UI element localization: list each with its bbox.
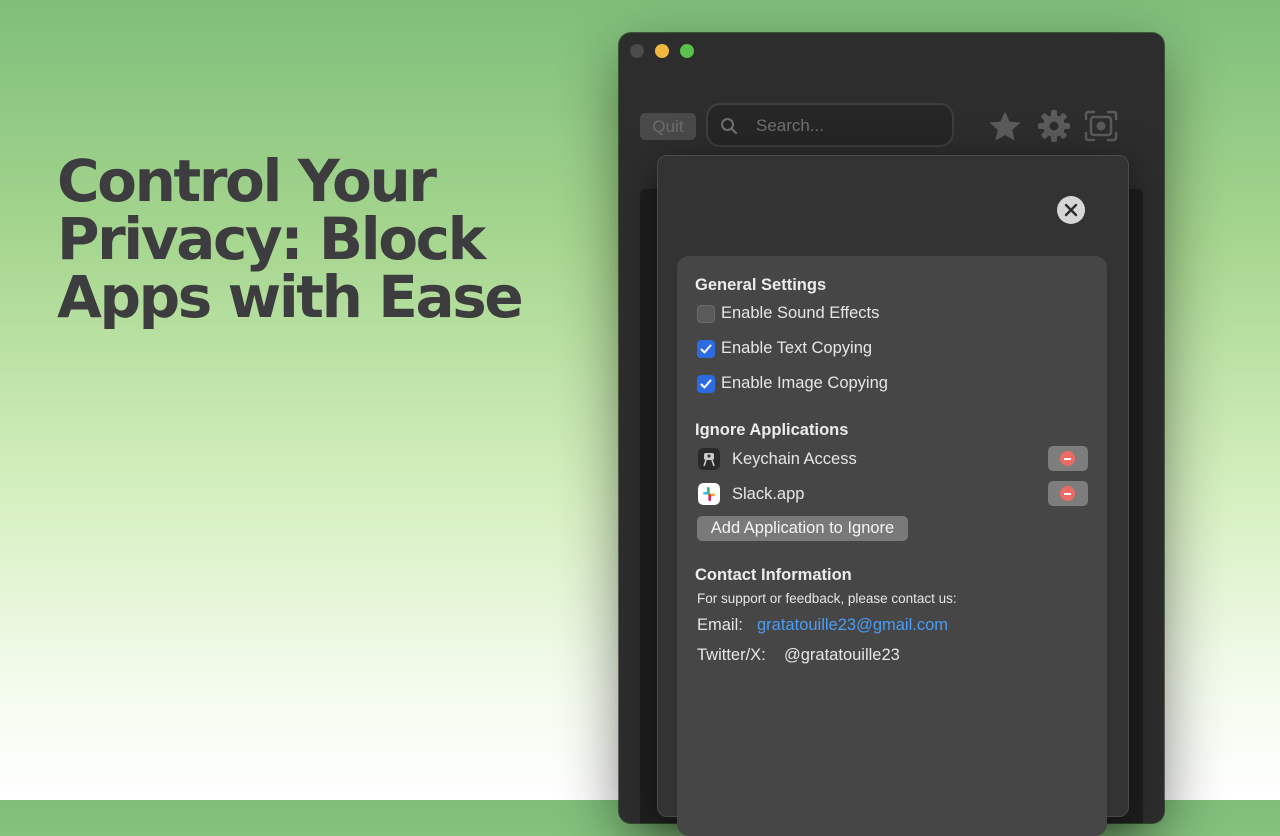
search-field[interactable] bbox=[706, 103, 954, 147]
remove-app-button[interactable] bbox=[1048, 446, 1088, 471]
search-icon bbox=[720, 117, 738, 140]
keychain-icon bbox=[698, 448, 720, 470]
email-link[interactable]: gratatouille23@gmail.com bbox=[757, 616, 948, 635]
ignored-app-row: Slack.app bbox=[697, 481, 1089, 507]
settings-sheet: General Settings Enable Sound Effects En… bbox=[657, 155, 1129, 836]
headline-line-1: Control Your bbox=[57, 147, 437, 215]
checkmark-icon bbox=[700, 379, 712, 389]
quit-button[interactable]: Quit bbox=[640, 113, 696, 140]
contact-subtitle: For support or feedback, please contact … bbox=[697, 591, 957, 606]
app-name: Keychain Access bbox=[732, 450, 857, 468]
headline-line-2: Privacy: Block bbox=[57, 205, 486, 273]
app-name: Slack.app bbox=[732, 485, 805, 503]
minus-circle-icon bbox=[1060, 451, 1075, 466]
window-close-button[interactable] bbox=[630, 44, 644, 58]
email-line: Email: gratatouille23@gmail.com bbox=[697, 616, 948, 635]
sound-effects-checkbox[interactable] bbox=[697, 305, 715, 323]
screenshot-icon[interactable] bbox=[1083, 108, 1119, 149]
text-copying-checkbox[interactable] bbox=[697, 340, 715, 358]
general-settings-title: General Settings bbox=[695, 276, 827, 294]
gear-icon[interactable] bbox=[1036, 108, 1072, 149]
email-label: Email: bbox=[697, 616, 743, 634]
twitter-line: Twitter/X: @gratatouille23 bbox=[697, 646, 900, 665]
checkmark-icon bbox=[700, 344, 712, 354]
window-minimize-button[interactable] bbox=[655, 44, 669, 58]
option-label: Enable Sound Effects bbox=[721, 304, 880, 322]
option-label: Enable Text Copying bbox=[721, 339, 873, 357]
twitter-handle: @gratatouille23 bbox=[784, 646, 900, 664]
slack-icon bbox=[698, 483, 720, 505]
contact-information-title: Contact Information bbox=[695, 566, 852, 584]
remove-app-button[interactable] bbox=[1048, 481, 1088, 506]
option-label: Enable Image Copying bbox=[721, 374, 888, 392]
add-application-button[interactable]: Add Application to Ignore bbox=[697, 516, 908, 541]
star-icon[interactable] bbox=[986, 108, 1024, 151]
image-copying-checkbox[interactable] bbox=[697, 375, 715, 393]
twitter-label: Twitter/X: bbox=[697, 646, 766, 664]
minus-circle-icon bbox=[1060, 486, 1075, 501]
close-settings-button[interactable] bbox=[1057, 196, 1085, 224]
ignore-applications-title: Ignore Applications bbox=[695, 421, 849, 439]
ignored-app-row: Keychain Access bbox=[697, 446, 1089, 472]
settings-panel: General Settings Enable Sound Effects En… bbox=[677, 256, 1107, 836]
marketing-headline: Control Your Privacy: Block Apps with Ea… bbox=[57, 152, 577, 326]
search-input[interactable] bbox=[754, 114, 938, 138]
window-zoom-button[interactable] bbox=[680, 44, 694, 58]
headline-line-3: Apps with Ease bbox=[57, 263, 524, 331]
